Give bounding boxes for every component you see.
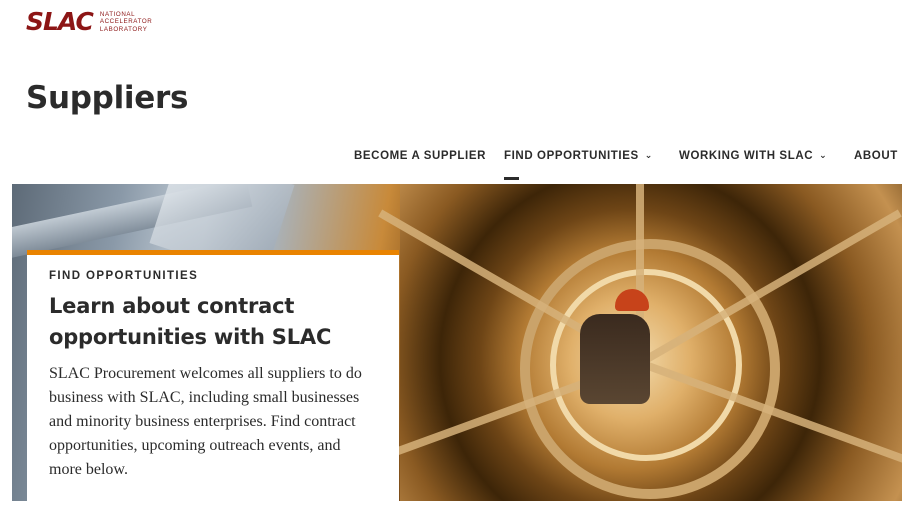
hero-eyebrow: FIND OPPORTUNITIES	[49, 270, 199, 282]
main-nav: BECOME A SUPPLIER FIND OPPORTUNITIES ⌄ W…	[354, 150, 902, 184]
nav-label: BECOME A SUPPLIER	[354, 150, 487, 162]
nav-working-with-slac[interactable]: WORKING WITH SLAC ⌄	[679, 150, 827, 162]
nav-about[interactable]: ABOUT &	[854, 150, 902, 162]
slac-logo[interactable]: SLAC NATIONAL ACCELERATOR LABORATORY	[26, 9, 152, 35]
nav-label: WORKING WITH SLAC	[679, 150, 814, 162]
nav-find-opportunities[interactable]: FIND OPPORTUNITIES ⌄	[504, 150, 653, 162]
page-title: Suppliers	[26, 80, 189, 116]
chevron-down-icon: ⌄	[819, 150, 828, 160]
active-nav-indicator	[504, 177, 519, 180]
logo-subtitle: NATIONAL ACCELERATOR LABORATORY	[100, 11, 152, 33]
nav-label: FIND OPPORTUNITIES	[504, 150, 639, 162]
logo-line-accelerator: ACCELERATOR	[99, 18, 153, 26]
hero-description: SLAC Procurement welcomes all suppliers …	[49, 365, 362, 478]
logo-line-laboratory: LABORATORY	[99, 25, 148, 33]
nav-become-a-supplier[interactable]: BECOME A SUPPLIER	[354, 150, 486, 162]
nav-label: ABOUT &	[854, 150, 902, 162]
hero-title: Learn about contract opportunities with …	[49, 294, 332, 349]
worker-figure	[580, 314, 650, 404]
hero-card: FIND OPPORTUNITIES Learn about contract …	[27, 250, 399, 501]
logo-line-national: NATIONAL	[99, 11, 136, 19]
logo-wordmark: SLAC	[26, 7, 94, 36]
hero-image-detector	[356, 184, 902, 501]
chevron-down-icon: ⌄	[644, 150, 653, 160]
hero-banner: FIND OPPORTUNITIES Learn about contract …	[12, 184, 902, 501]
